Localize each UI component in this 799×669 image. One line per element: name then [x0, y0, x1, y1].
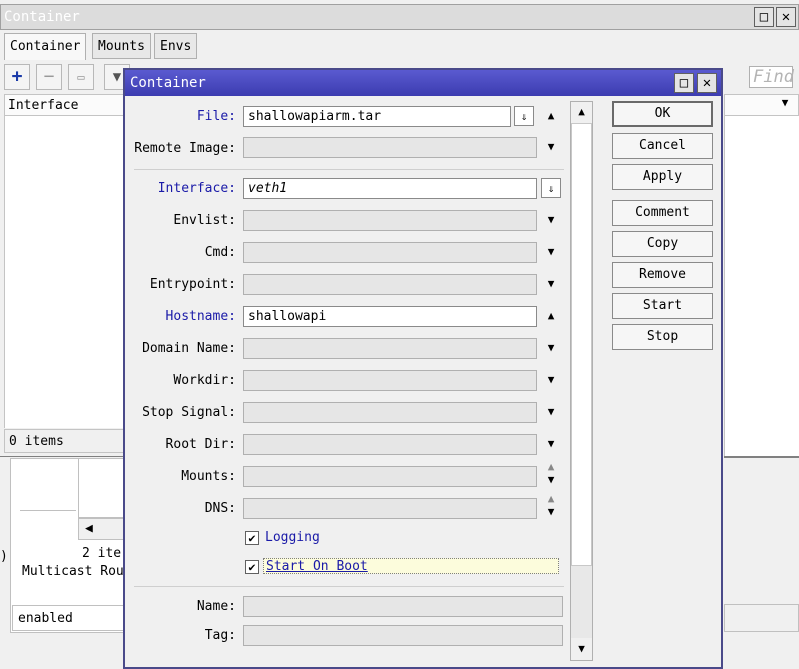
stop-signal-field[interactable] [243, 402, 537, 423]
column-header-interface[interactable]: Interface [4, 94, 126, 116]
add-icon[interactable]: + [4, 64, 30, 90]
enabled-status: enabled [12, 605, 125, 631]
multicast-label: Multicast Rou [22, 564, 124, 579]
stop-button[interactable]: Stop [612, 324, 713, 350]
dns-label: DNS: [204, 501, 236, 516]
tab-envs[interactable]: Envs [154, 33, 198, 59]
mounts-field[interactable] [243, 466, 537, 487]
tab-mounts[interactable]: Mounts [92, 33, 151, 59]
comment-icon[interactable]: ▭ [68, 64, 94, 90]
domain-name-label: Domain Name: [142, 341, 236, 356]
dns-field[interactable] [243, 498, 537, 519]
right-status-box [724, 604, 799, 632]
name-field[interactable] [243, 596, 563, 617]
logging-checkbox[interactable]: ✔ [245, 531, 259, 545]
dialog-titlebar[interactable] [125, 70, 721, 96]
hostname-collapse-icon[interactable]: ▲ [541, 306, 561, 326]
inner-list-count: 2 ite [82, 546, 122, 561]
apply-button[interactable]: Apply [612, 164, 713, 190]
dns-up-icon[interactable]: ▲ [541, 493, 561, 505]
entrypoint-expand-icon[interactable]: ▼ [541, 274, 561, 294]
comment-button[interactable]: Comment [612, 200, 713, 226]
start-on-boot-checkbox[interactable]: ✔ [245, 560, 259, 574]
entrypoint-field[interactable] [243, 274, 537, 295]
entrypoint-label: Entrypoint: [149, 277, 236, 292]
tag-field[interactable] [243, 625, 563, 646]
cmd-label: Cmd: [204, 245, 236, 260]
scroll-down-icon[interactable]: ▼ [571, 639, 592, 659]
separator [134, 169, 564, 170]
file-select[interactable]: shallowapiarm.tar [243, 106, 511, 127]
close-icon[interactable]: ✕ [776, 7, 796, 27]
logging-label[interactable]: Logging [265, 530, 320, 545]
scrollbar-track[interactable] [571, 123, 592, 566]
start-on-boot-label[interactable]: Start On Boot [263, 558, 559, 574]
stop-signal-expand-icon[interactable]: ▼ [541, 402, 561, 422]
interface-label: Interface: [157, 181, 236, 196]
lower-divider [20, 510, 76, 511]
right-list-area [724, 116, 799, 456]
maximize-icon[interactable]: □ [754, 7, 774, 27]
cmd-expand-icon[interactable]: ▼ [541, 242, 561, 262]
dialog-title: Container [130, 75, 206, 91]
file-dropdown-icon[interactable]: ⇓ [514, 106, 534, 126]
file-collapse-icon[interactable]: ▲ [541, 106, 561, 126]
left-edge-glyph: ) [0, 549, 8, 564]
envlist-field[interactable] [243, 210, 537, 231]
envlist-expand-icon[interactable]: ▼ [541, 210, 561, 230]
dns-down-icon[interactable]: ▼ [541, 506, 561, 518]
scroll-up-icon[interactable]: ▲ [571, 102, 592, 122]
ok-button[interactable]: OK [612, 101, 713, 127]
items-count-status: 0 items [4, 429, 126, 453]
hostname-label: Hostname: [165, 309, 236, 324]
root-dir-expand-icon[interactable]: ▼ [541, 434, 561, 454]
tab-container[interactable]: Container [4, 33, 87, 60]
cancel-button[interactable]: Cancel [612, 133, 713, 159]
container-list [4, 116, 126, 428]
name-label: Name: [196, 599, 236, 614]
interface-dropdown-icon[interactable]: ⇓ [541, 178, 561, 198]
workdir-field[interactable] [243, 370, 537, 391]
inner-list [78, 458, 125, 518]
domain-name-expand-icon[interactable]: ▼ [541, 338, 561, 358]
hostname-field[interactable]: shallowapi [243, 306, 537, 327]
remove-button[interactable]: Remove [612, 262, 713, 288]
mounts-label: Mounts: [181, 469, 236, 484]
remove-icon[interactable]: − [36, 64, 62, 90]
mounts-up-icon[interactable]: ▲ [541, 461, 561, 473]
workdir-label: Workdir: [173, 373, 236, 388]
mounts-down-icon[interactable]: ▼ [541, 474, 561, 486]
bg-window-titlebar [0, 4, 799, 30]
dialog-maximize-icon[interactable]: □ [674, 73, 694, 93]
stop-signal-label: Stop Signal: [142, 405, 236, 420]
workdir-expand-icon[interactable]: ▼ [541, 370, 561, 390]
remote-image-expand-icon[interactable]: ▼ [541, 137, 561, 157]
remote-image-field[interactable] [243, 137, 537, 158]
cmd-field[interactable] [243, 242, 537, 263]
separator-bottom [134, 586, 564, 587]
tag-label: Tag: [204, 628, 236, 643]
right-separator [724, 456, 799, 458]
bg-window-title: Container [4, 9, 80, 25]
domain-name-field[interactable] [243, 338, 537, 359]
root-dir-field[interactable] [243, 434, 537, 455]
copy-button[interactable]: Copy [612, 231, 713, 257]
file-label: File: [196, 109, 236, 124]
scrollbar-thumb[interactable] [571, 566, 592, 638]
scroll-left-icon[interactable]: ◀ [78, 518, 125, 540]
start-button[interactable]: Start [612, 293, 713, 319]
envlist-label: Envlist: [173, 213, 236, 228]
remote-image-label: Remote Image: [134, 141, 236, 156]
dialog-close-icon[interactable]: ✕ [697, 73, 717, 93]
find-input[interactable]: Find [749, 66, 794, 88]
root-dir-label: Root Dir: [165, 437, 236, 452]
column-dropdown-icon[interactable]: ▼ [776, 96, 794, 114]
interface-select[interactable]: veth1 [243, 178, 537, 199]
